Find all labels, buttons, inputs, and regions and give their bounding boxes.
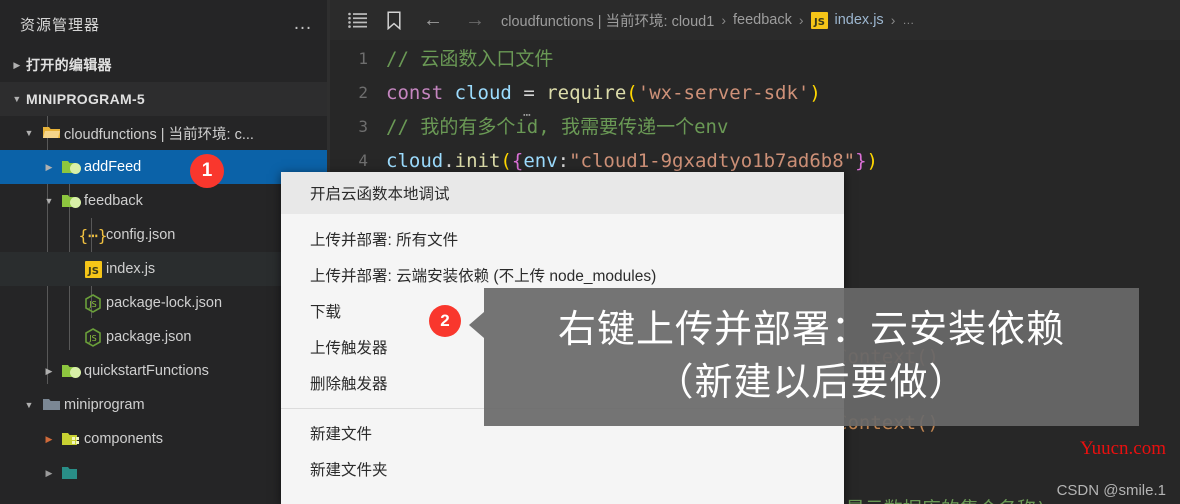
code-line: 1 // 云函数入口文件 [330, 42, 1180, 76]
tree-item-label: cloudfunctions | 当前环境: c... [64, 126, 254, 143]
folder-icon [38, 397, 64, 413]
breadcrumb-label: cloudfunctions | 当前环境: cloud1 [501, 13, 715, 30]
annotation-badge-2: 2 [429, 305, 461, 337]
cloud-function-folder-icon [58, 363, 84, 379]
explorer-title: 资源管理器 [20, 16, 101, 34]
menu-spacer [281, 214, 844, 221]
cloud-function-folder-icon [58, 159, 84, 175]
nodejs-icon: JS [80, 293, 106, 313]
chevron-right-icon[interactable] [40, 468, 58, 479]
components-folder-icon [58, 431, 84, 447]
js-icon: JS [80, 260, 106, 278]
bookmark-icon[interactable] [376, 10, 412, 30]
line-number: 1 [358, 49, 368, 68]
menu-item-label: 删除触发器 [310, 376, 388, 393]
sidebar-item-project-root[interactable]: MINIPROGRAM-5 [0, 82, 330, 116]
tree-item-label: package-lock.json [106, 295, 223, 311]
svg-text:JS: JS [88, 334, 96, 343]
line-number: 2 [358, 83, 368, 102]
breadcrumb-label: index.js [834, 12, 884, 28]
menu-item-local-debug[interactable]: 开启云函数本地调试 [281, 172, 844, 214]
menu-item-new-folder[interactable]: 新建文件夹 [281, 451, 844, 487]
tree-item-cloudfunctions[interactable]: cloudfunctions | 当前环境: c... [0, 116, 330, 150]
breadcrumb-item-more[interactable]: … [897, 13, 919, 27]
menu-item-label: 新建文件夹 [310, 462, 388, 479]
menu-item-label: 上传触发器 [310, 340, 388, 357]
tree-item-label: addFeed [84, 159, 142, 175]
chevron-down-icon[interactable] [8, 94, 26, 104]
tree-item-label: feedback [84, 193, 143, 209]
ellipsis-icon[interactable]: … [293, 14, 314, 33]
tree-item-label: package.json [106, 329, 192, 345]
breadcrumb-item-cloudfunctions[interactable]: cloudfunctions | 当前环境: cloud1 [496, 10, 719, 31]
callout-pointer [469, 312, 484, 338]
breadcrumb-item-feedback[interactable]: feedback [728, 12, 797, 28]
svg-text:JS: JS [813, 17, 825, 28]
tree-item-label: miniprogram [64, 397, 145, 413]
inline-suggestion-dots: ⋯ [523, 108, 532, 123]
tree-item-label: config.json [106, 227, 176, 243]
breadcrumb-separator: › [890, 12, 896, 28]
list-icon[interactable] [340, 12, 376, 28]
tree-item-label: quickstartFunctions [84, 363, 209, 379]
chevron-down-icon[interactable] [20, 400, 38, 410]
line-content: // 我的有多个id, 我需要传递一个env [386, 116, 729, 138]
json-icon: {⋯} [78, 225, 108, 245]
breadcrumb-separator: › [721, 12, 726, 28]
folder-icon [58, 465, 84, 481]
breadcrumb-item-index-js[interactable]: JS index.js [806, 11, 889, 29]
line-content: // 云函数入口文件 [386, 48, 554, 70]
breadcrumb-label: … [902, 13, 915, 27]
code-line: 3 // 我的有多个id, 我需要传递一个env ⋯ [330, 108, 1180, 144]
menu-item-label: 上传并部署: 所有文件 [310, 232, 459, 249]
callout-line-1: 右键上传并部署：云安装依赖 [557, 308, 1065, 351]
cloud-function-folder-icon [58, 193, 84, 209]
chevron-right-icon[interactable] [8, 60, 26, 71]
explorer-header: 资源管理器 … [0, 0, 330, 48]
breadcrumb-label: feedback [732, 12, 792, 28]
open-editors-label: 打开的编辑器 [26, 57, 112, 73]
breadcrumb: ← → cloudfunctions | 当前环境: cloud1 › feed… [330, 0, 1180, 40]
menu-item-upload-all-files[interactable]: 上传并部署: 所有文件 [281, 221, 844, 257]
annotation-badge-1: 1 [190, 154, 224, 188]
chevron-right-icon[interactable] [40, 434, 58, 445]
watermark-author: CSDN @smile.1 [1056, 482, 1166, 499]
nodejs-icon: JS [80, 327, 106, 347]
js-icon: JS [810, 11, 828, 29]
callout-line-2: （新建以后要做） [655, 362, 968, 404]
line-number: 3 [358, 117, 368, 136]
svg-text:JS: JS [88, 300, 96, 309]
chevron-right-icon[interactable] [40, 366, 58, 377]
code-line: 2 const cloud = require('wx-server-sdk') [330, 76, 1180, 110]
menu-item-label: 下载 [310, 304, 342, 321]
menu-item-label: 上传并部署: 云端安装依赖 (不上传 node_modules) [310, 268, 657, 285]
annotation-callout: 右键上传并部署：云安装依赖 （新建以后要做） [469, 288, 1139, 426]
project-root-label: MINIPROGRAM-5 [26, 91, 146, 107]
svg-text:JS: JS [87, 266, 99, 277]
watermark-site: Yuucn.com [1079, 438, 1166, 459]
tree-item-label: index.js [106, 261, 156, 277]
chevron-down-icon[interactable] [20, 128, 38, 138]
line-content: const cloud = require('wx-server-sdk') [386, 82, 821, 104]
folder-open-icon [38, 125, 64, 141]
tree-item-label: components [84, 431, 163, 447]
menu-item-label: 新建文件 [310, 426, 373, 443]
code-area[interactable]: 1 // 云函数入口文件 2 const cloud = require('wx… [330, 40, 1180, 504]
arrow-left-icon[interactable]: ← [412, 9, 454, 32]
chevron-right-icon[interactable] [40, 162, 58, 173]
arrow-right-icon[interactable]: → [454, 9, 496, 32]
breadcrumb-separator: › [798, 12, 804, 28]
menu-item-label: 开启云函数本地调试 [310, 186, 450, 203]
app-window: 资源管理器 … 打开的编辑器 MINIPROGRAM-5 [0, 0, 1180, 504]
sidebar-item-open-editors[interactable]: 打开的编辑器 [0, 48, 330, 82]
chevron-down-icon[interactable] [40, 196, 58, 206]
